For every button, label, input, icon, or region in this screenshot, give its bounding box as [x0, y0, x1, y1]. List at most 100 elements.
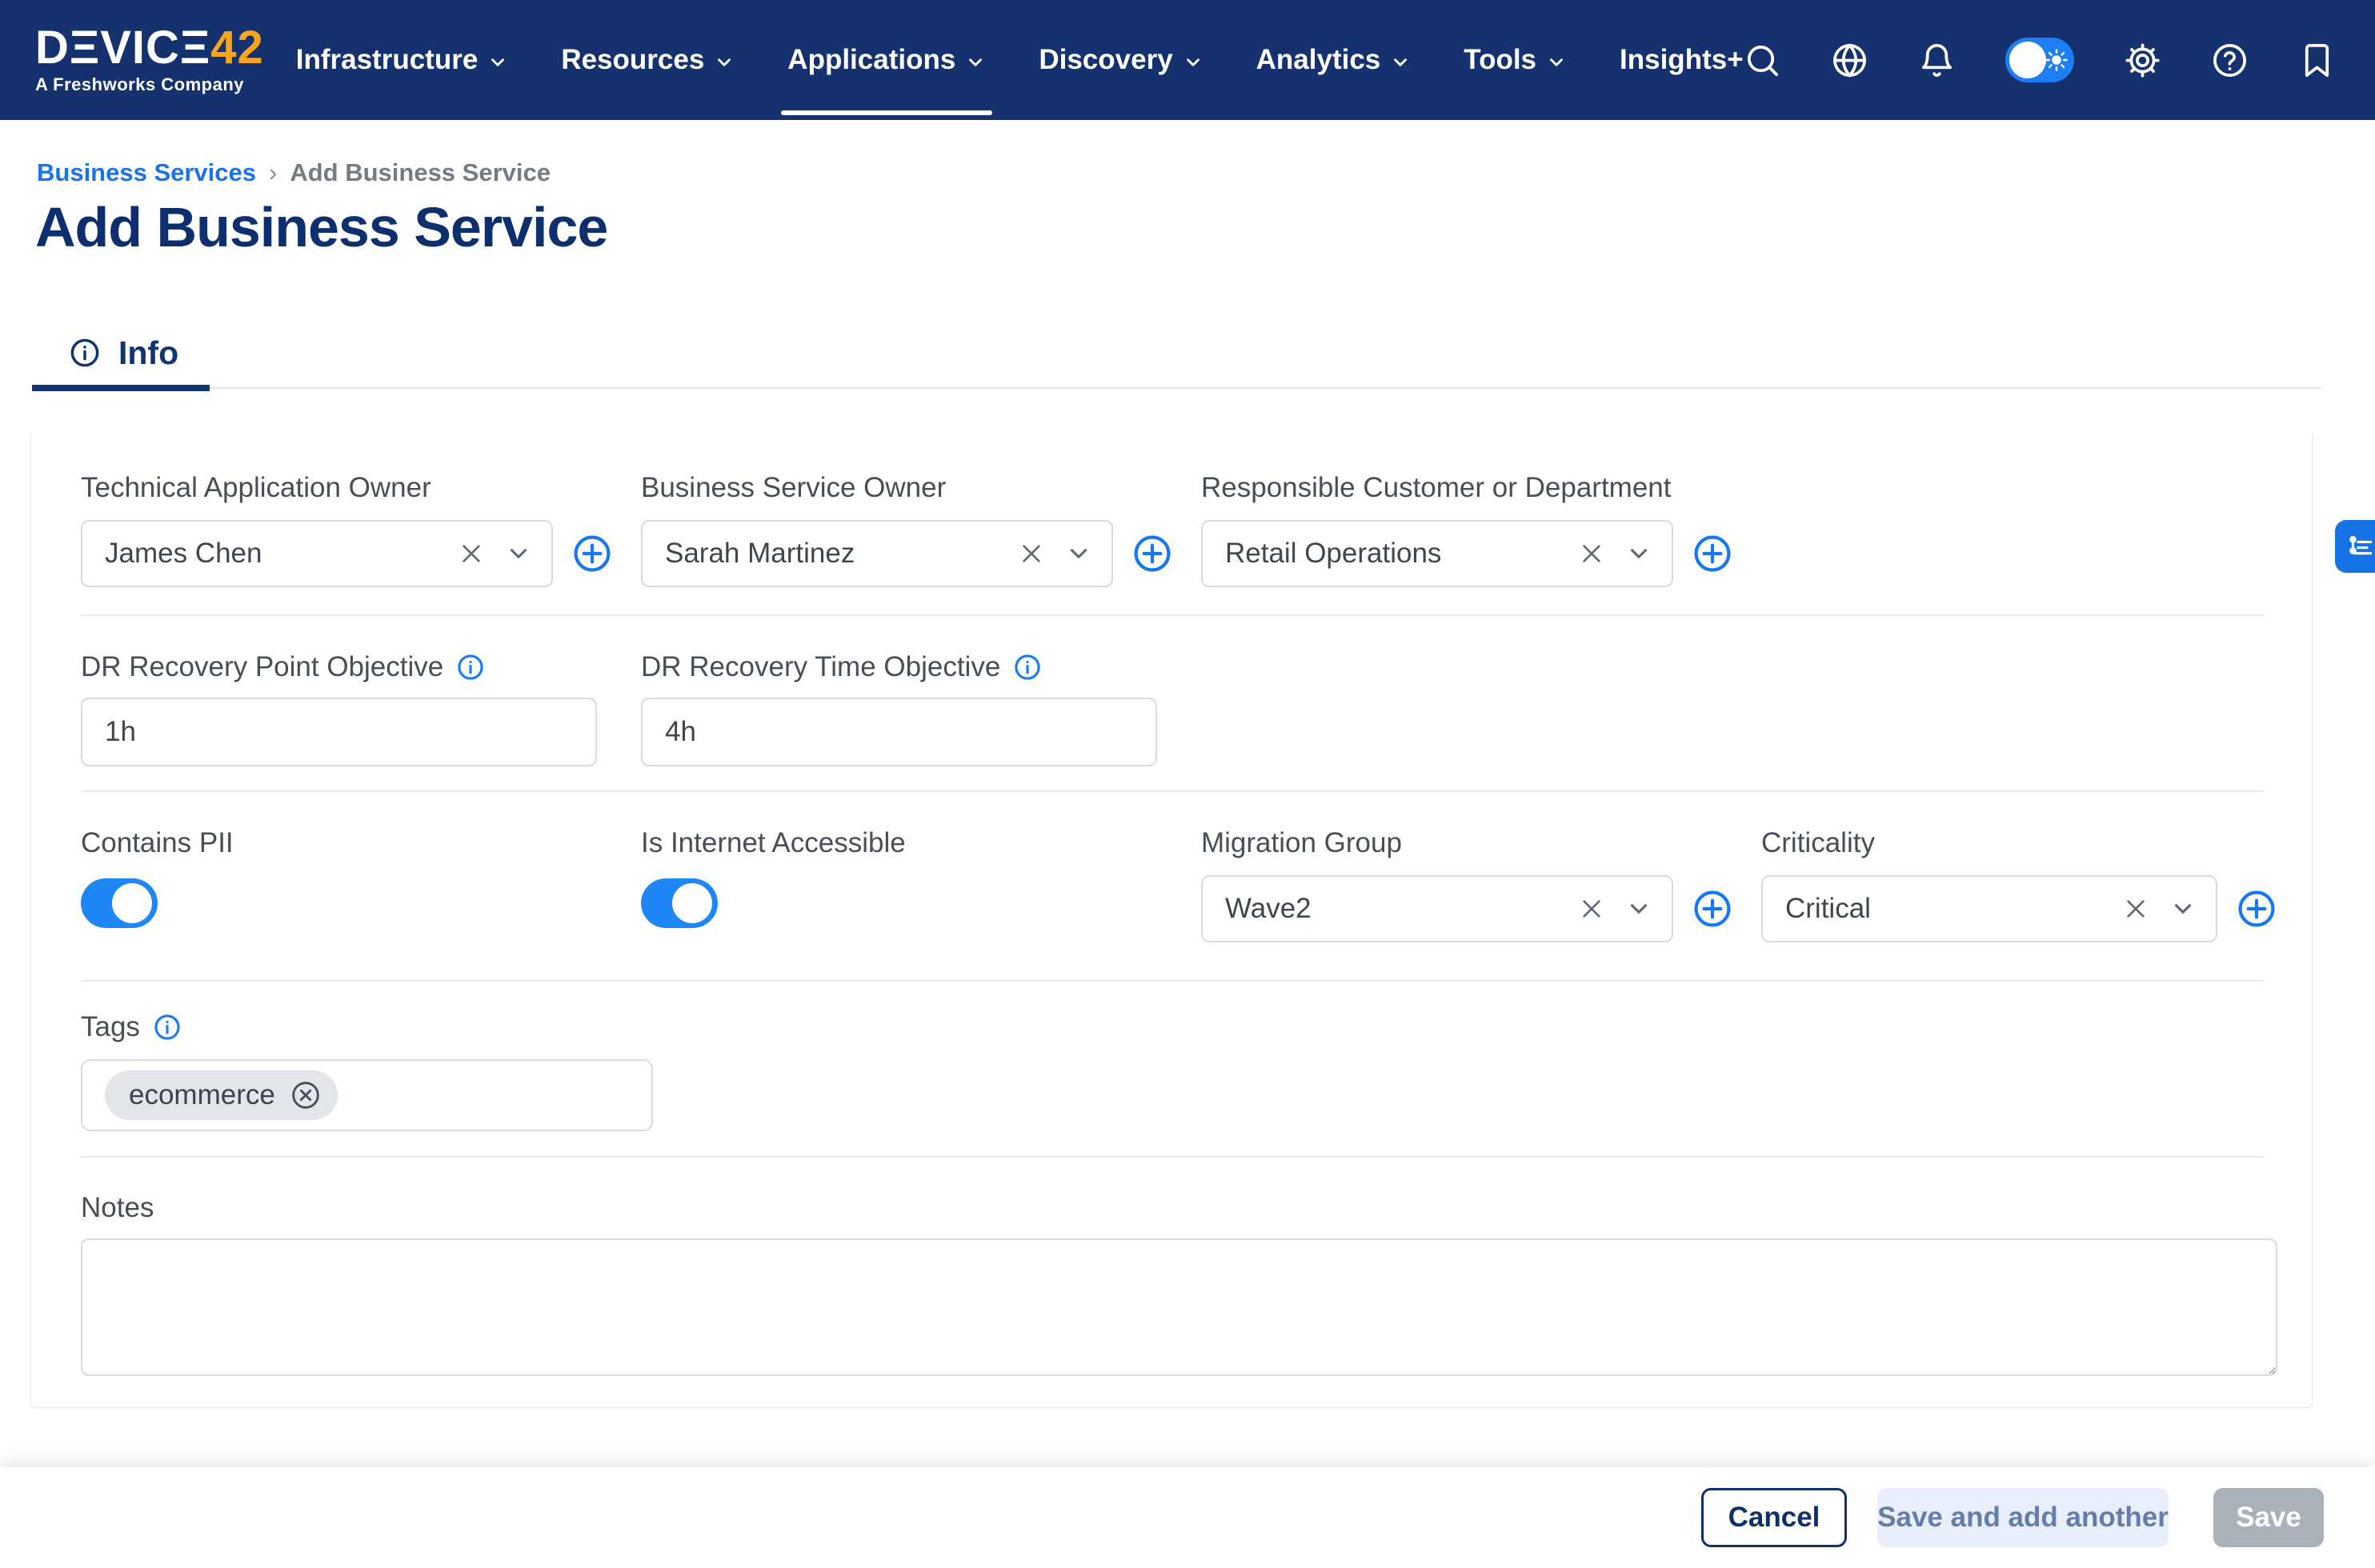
nav-label: Infrastructure [296, 44, 479, 76]
tags-input[interactable]: ecommerce [81, 1059, 653, 1131]
section-divider [81, 1156, 2264, 1158]
chevron-down-icon[interactable] [1625, 895, 1652, 922]
responsible-customer-label: Responsible Customer or Department [1201, 470, 1671, 506]
is-internet-accessible-toggle[interactable] [641, 878, 718, 928]
criticality-label: Criticality [1761, 826, 1875, 861]
add-technical-owner-button[interactable] [572, 534, 612, 574]
help-icon[interactable] [2211, 42, 2249, 79]
notes-label: Notes [81, 1190, 154, 1226]
chevron-down-icon [487, 52, 508, 73]
plus-circle-icon [1692, 889, 1732, 929]
breadcrumb-current: Add Business Service [290, 158, 551, 187]
form-action-bar: Cancel Save and add another Save [0, 1467, 2375, 1568]
add-migration-group-button[interactable] [1692, 889, 1732, 929]
notes-textarea[interactable] [81, 1238, 2277, 1376]
clear-icon[interactable] [1019, 541, 1044, 566]
tab-bar: Info [32, 318, 2321, 389]
nav-item-insights[interactable]: Insights+ [1620, 0, 1744, 120]
nav-item-resources[interactable]: Resources [561, 0, 735, 120]
info-icon[interactable] [153, 1013, 182, 1042]
dr-rpo-field: DR Recovery Point Objective [81, 650, 597, 766]
nav-label: Insights+ [1620, 44, 1744, 76]
chevron-down-icon [1390, 52, 1411, 73]
logo-tagline: A Freshworks Company [35, 74, 264, 95]
device42-logo[interactable]: DΞVICΞ42 A Freshworks Company [35, 25, 264, 95]
dr-rto-label: DR Recovery Time Objective [641, 650, 1000, 685]
clear-icon[interactable] [459, 541, 484, 566]
criticality-field: Criticality Critical [1761, 826, 2277, 942]
sun-icon [2045, 48, 2069, 72]
nav-item-infrastructure[interactable]: Infrastructure [296, 0, 509, 120]
tags-field: Tags ecommerce [81, 1010, 653, 1131]
info-icon [69, 337, 101, 369]
clear-icon[interactable] [1579, 541, 1604, 566]
nav-label: Analytics [1256, 44, 1381, 76]
section-divider [81, 790, 2264, 792]
info-icon[interactable] [456, 653, 485, 682]
breadcrumb-business-services-link[interactable]: Business Services [37, 158, 256, 187]
responsible-customer-field: Responsible Customer or Department Retai… [1201, 470, 1732, 587]
chevron-down-icon [1183, 52, 1204, 73]
technical-application-owner-field: Technical Application Owner James Chen [81, 470, 612, 587]
logo-wordmark: DΞVICΞ42 [35, 25, 264, 71]
navbar-actions: A [1744, 29, 2375, 91]
migration-group-label: Migration Group [1201, 826, 1402, 861]
section-divider [81, 980, 2264, 982]
business-service-owner-field: Business Service Owner Sarah Martinez [641, 470, 1172, 587]
main-nav: Infrastructure Resources Applications Di… [296, 0, 1744, 120]
clear-icon[interactable] [2123, 896, 2149, 922]
plus-circle-icon [2237, 889, 2277, 929]
notifications-bell-icon[interactable] [1918, 42, 1956, 79]
dr-rto-field: DR Recovery Time Objective [641, 650, 1157, 766]
clear-icon[interactable] [1579, 896, 1604, 922]
globe-icon[interactable] [1831, 42, 1868, 79]
info-icon[interactable] [1013, 653, 1042, 682]
business-service-owner-select[interactable]: Sarah Martinez [641, 520, 1113, 587]
contains-pii-toggle[interactable] [81, 878, 158, 928]
nav-item-tools[interactable]: Tools [1464, 0, 1567, 120]
bookmark-icon[interactable] [2298, 42, 2336, 79]
tag-label: ecommerce [129, 1079, 275, 1111]
theme-toggle[interactable] [2005, 38, 2074, 82]
plus-circle-icon [1692, 534, 1732, 574]
selected-value: Retail Operations [1225, 538, 1558, 570]
nav-item-analytics[interactable]: Analytics [1256, 0, 1412, 120]
add-business-service-owner-button[interactable] [1132, 534, 1172, 574]
technical-application-owner-select[interactable]: James Chen [81, 520, 553, 587]
remove-tag-icon[interactable] [290, 1079, 322, 1111]
tab-info[interactable]: Info [32, 318, 225, 387]
add-customer-button[interactable] [1692, 534, 1732, 574]
selected-value: Sarah Martinez [665, 538, 998, 570]
toggle-knob [112, 883, 152, 923]
is-internet-accessible-label: Is Internet Accessible [641, 826, 906, 861]
add-criticality-button[interactable] [2237, 889, 2277, 929]
top-navbar: DΞVICΞ42 A Freshworks Company Infrastruc… [0, 0, 2375, 120]
chevron-down-icon[interactable] [1625, 540, 1652, 567]
save-and-add-another-button[interactable]: Save and add another [1877, 1488, 2169, 1547]
chevron-down-icon [1546, 52, 1567, 73]
dr-rto-input[interactable] [641, 698, 1157, 766]
dr-rpo-input[interactable] [81, 698, 597, 766]
chevron-down-icon [714, 52, 735, 73]
migration-group-select[interactable]: Wave2 [1201, 875, 1673, 942]
nav-label: Resources [561, 44, 704, 76]
responsible-customer-select[interactable]: Retail Operations [1201, 520, 1673, 587]
nav-item-discovery[interactable]: Discovery [1039, 0, 1203, 120]
tag-ecommerce: ecommerce [105, 1070, 338, 1120]
section-divider [81, 614, 2264, 616]
criticality-select[interactable]: Critical [1761, 875, 2217, 942]
chevron-down-icon[interactable] [1065, 540, 1092, 567]
selected-value: James Chen [105, 538, 438, 570]
nav-item-applications[interactable]: Applications [787, 0, 986, 120]
side-panel-tree-button[interactable] [2335, 520, 2375, 573]
page-title: Add Business Service [35, 195, 607, 259]
search-icon[interactable] [1744, 42, 1781, 79]
cancel-button[interactable]: Cancel [1701, 1488, 1847, 1547]
nav-label: Tools [1464, 44, 1536, 76]
chevron-down-icon[interactable] [2169, 895, 2197, 922]
save-button[interactable]: Save [2213, 1488, 2324, 1547]
contains-pii-field: Contains PII [81, 826, 234, 928]
chevron-down-icon[interactable] [505, 540, 532, 567]
settings-gear-icon[interactable] [2124, 42, 2161, 79]
tab-info-label: Info [118, 334, 178, 372]
